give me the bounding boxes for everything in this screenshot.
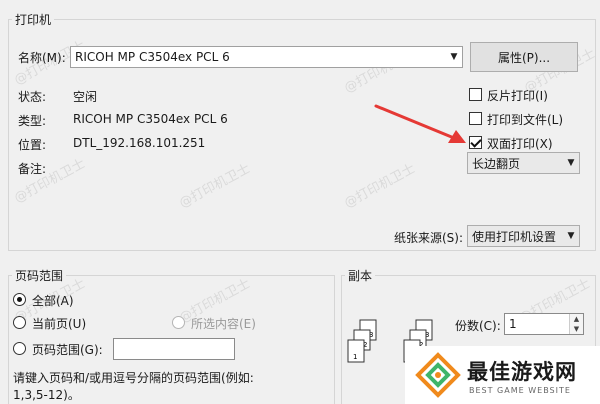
paper-source-value: 使用打印机设置 [472, 229, 557, 244]
duplex-checkbox[interactable] [469, 136, 482, 149]
paper-source-label: 纸张来源(S): [394, 231, 464, 245]
print-to-file-label[interactable]: 打印到文件(L) [487, 111, 563, 128]
chevron-down-icon: ▼ [567, 231, 575, 241]
page-range-pages-label[interactable]: 页码范围(G): [32, 341, 103, 358]
status-label: 状态: [18, 90, 47, 104]
page-range-hint-line1: 请键入页码和/或用逗号分隔的页码范围(例如: [13, 371, 254, 385]
collate-pages-icon: 3 2 1 [347, 319, 377, 363]
copies-count-label: 份数(C): [455, 319, 501, 333]
type-value: RICOH MP C3504ex PCL 6 [73, 112, 228, 126]
site-logo-subtitle: BEST GAME WEBSITE [469, 386, 571, 395]
page-range-selection-label[interactable]: 所选内容(E) [191, 315, 256, 332]
site-logo-bar: 最佳游戏网 BEST GAME WEBSITE [405, 346, 600, 404]
page-range-current-radio[interactable] [13, 316, 26, 329]
page-range-current-label[interactable]: 当前页(U) [32, 315, 86, 332]
page-range-all-label[interactable]: 全部(A) [32, 292, 74, 309]
copies-group-title: 副本 [345, 267, 376, 284]
location-label: 位置: [18, 138, 47, 152]
flip-mode-select[interactable]: 长边翻页 ▼ [467, 152, 580, 174]
page-range-hint-line2: 1,3,5-12)。 [13, 388, 80, 402]
copies-count-value: 1 [509, 317, 517, 331]
location-value: DTL_192.168.101.251 [73, 136, 206, 150]
arrow-annotation-icon [374, 104, 466, 143]
page-range-pages-radio[interactable] [13, 342, 26, 355]
status-value: 空闲 [73, 90, 98, 104]
duplex-label[interactable]: 双面打印(X) [487, 135, 553, 152]
site-logo-icon [415, 352, 461, 398]
chevron-down-icon: ▼ [567, 158, 575, 168]
type-label: 类型: [18, 114, 47, 128]
site-logo-title: 最佳游戏网 [467, 360, 577, 384]
printer-name-label: 名称(M): [18, 51, 66, 65]
print-to-file-checkbox[interactable] [469, 112, 482, 125]
copies-spinner[interactable]: ▲ ▼ [569, 314, 583, 334]
page-range-group-title: 页码范围 [12, 267, 67, 284]
reverse-print-checkbox[interactable] [469, 88, 482, 101]
comment-label: 备注: [18, 162, 47, 176]
page-range-selection-radio[interactable] [172, 316, 185, 329]
flip-mode-value: 长边翻页 [472, 156, 521, 171]
page-range-all-radio[interactable] [13, 293, 26, 306]
spin-down-icon[interactable]: ▼ [570, 324, 583, 334]
copies-count-input[interactable]: 1 ▲ ▼ [504, 313, 584, 335]
properties-button[interactable]: 属性(P)... [470, 42, 578, 72]
paper-source-select[interactable]: 使用打印机设置 ▼ [467, 225, 580, 247]
chevron-down-icon: ▼ [450, 52, 458, 62]
spin-up-icon[interactable]: ▲ [570, 314, 583, 324]
reverse-print-label[interactable]: 反片打印(I) [487, 87, 548, 104]
printer-group-title: 打印机 [12, 11, 55, 28]
svg-text:1: 1 [353, 353, 357, 361]
page-range-input[interactable] [113, 338, 235, 360]
printer-name-value: RICOH MP C3504ex PCL 6 [75, 50, 230, 64]
printer-name-select[interactable]: RICOH MP C3504ex PCL 6 ▼ [70, 46, 463, 68]
